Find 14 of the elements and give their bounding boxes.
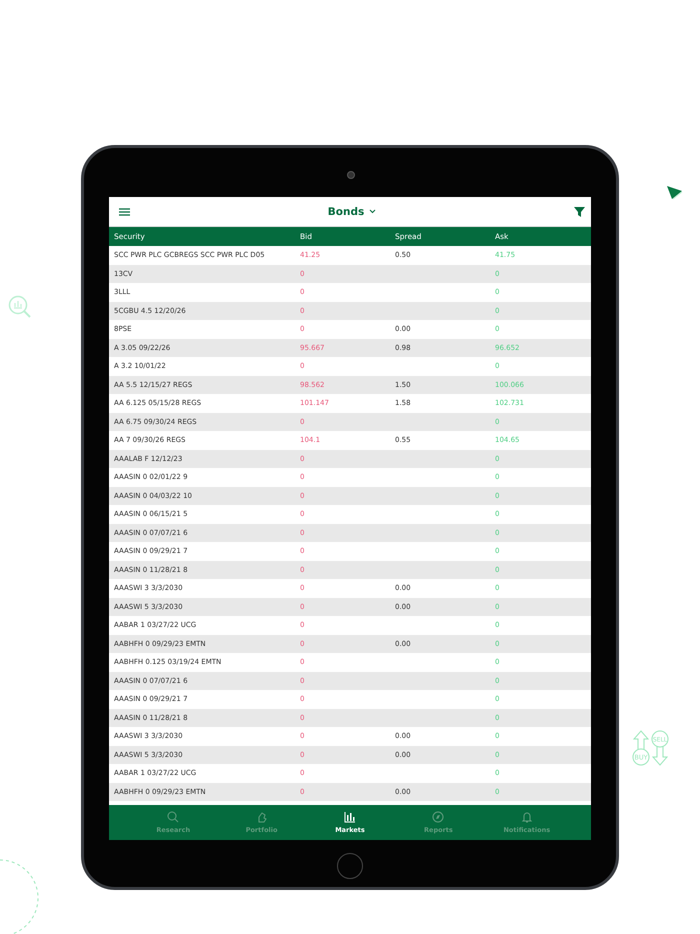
compass-icon	[432, 811, 444, 823]
bonds-dropdown[interactable]: Bonds	[328, 206, 376, 218]
magnifier-chart-icon	[8, 295, 32, 319]
filter-button[interactable]	[574, 206, 585, 216]
bar-chart-icon	[344, 811, 356, 823]
filter-icon	[574, 206, 585, 216]
menu-icon	[119, 208, 130, 216]
paper-plane-icon	[667, 186, 683, 200]
hand-icon	[256, 811, 268, 823]
chevron-down-icon	[369, 209, 376, 214]
menu-button[interactable]	[119, 208, 130, 216]
magnifier-icon	[167, 811, 180, 823]
camera-icon	[347, 171, 355, 179]
bell-icon	[520, 811, 533, 823]
